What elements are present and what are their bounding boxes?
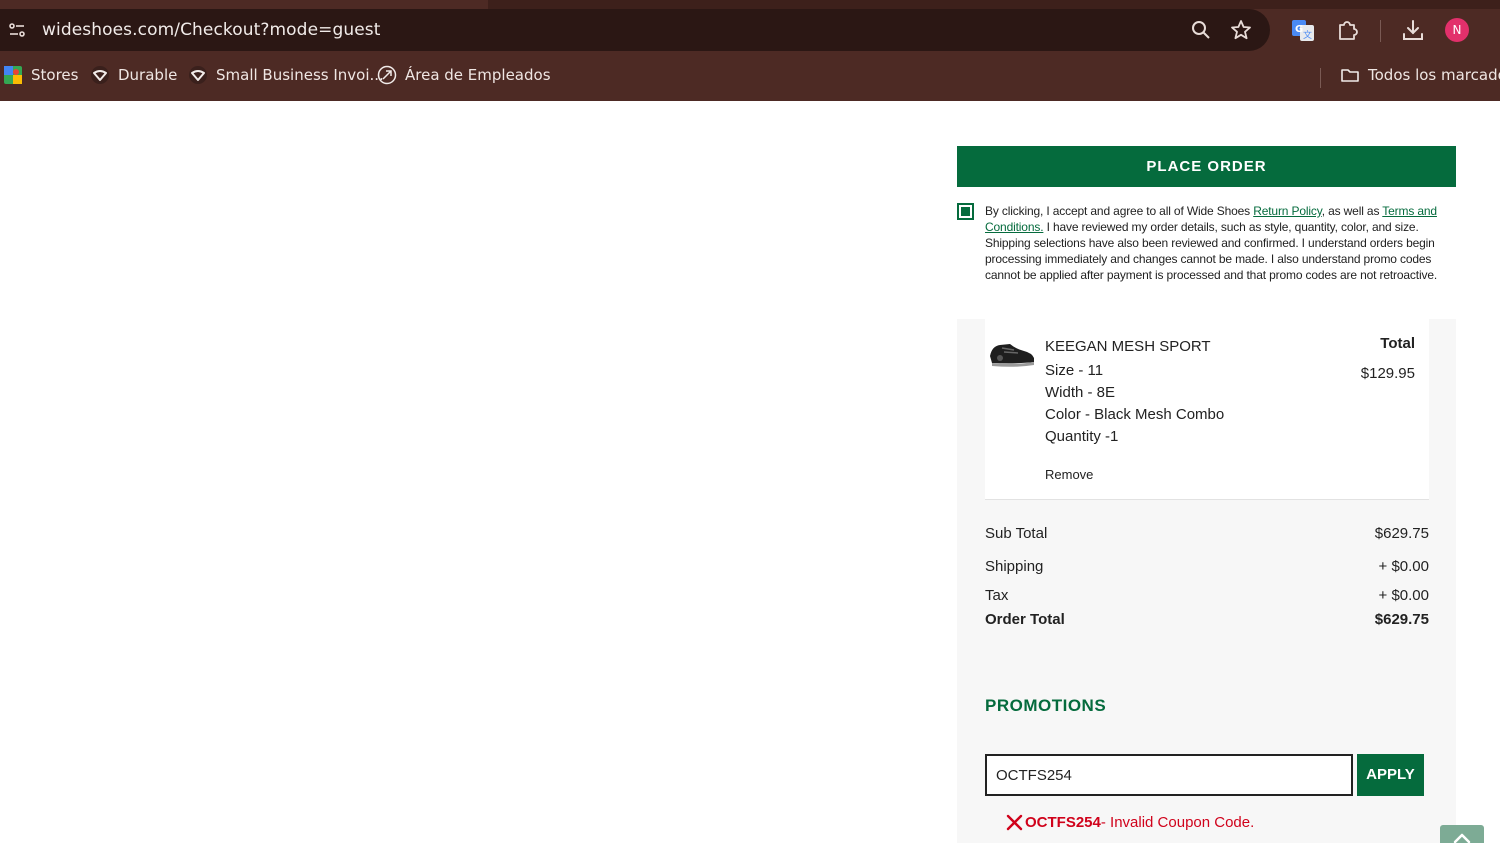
error-coupon-code: OCTFS254 [1025,813,1101,831]
subtotal-label: Sub Total [985,525,1048,542]
subtotal-value: $629.75 [1374,525,1429,542]
apply-promo-button[interactable]: APPLY [1357,754,1424,796]
browser-toolbar: wideshoes.com/Checkout?mode=guest G 文 N … [0,0,1500,101]
promotions-heading: PROMOTIONS [985,696,1107,715]
all-bookmarks-folder[interactable]: Todos los marcadores [1340,64,1500,86]
item-total-value: $129.95 [1360,365,1415,382]
terms-agreement-text: By clicking, I accept and agree to all o… [985,204,1438,282]
bookmark-small-business-invoice[interactable]: Small Business Invoi... [188,64,384,86]
shipping-label: Shipping [985,558,1044,575]
durable-icon [90,65,110,85]
svg-text:G: G [1295,24,1303,35]
product-size: Size - 11 [1045,362,1104,379]
error-x-icon [1006,814,1023,831]
translate-icon[interactable]: G 文 [1290,17,1316,43]
svg-text:文: 文 [1303,29,1312,41]
order-total-value: $629.75 [1374,611,1429,628]
product-width: Width - 8E [1045,384,1116,401]
bookmark-label: Todos los marcadores [1368,66,1500,84]
place-order-button[interactable]: PLACE ORDER [957,146,1456,187]
tax-label: Tax [985,587,1009,604]
download-icon[interactable] [1400,17,1426,43]
remove-item-link[interactable]: Remove [1045,467,1093,482]
folder-icon [1340,65,1360,85]
extensions-puzzle-icon[interactable] [1335,17,1361,43]
search-icon[interactable] [1190,19,1212,41]
maps-icon [3,65,23,85]
product-name[interactable]: KEEGAN MESH SPORT [1045,338,1211,355]
url-text[interactable]: wideshoes.com/Checkout?mode=guest [42,20,381,40]
toolbar-divider [1380,20,1381,42]
site-settings-icon[interactable] [8,21,26,39]
address-bar[interactable]: wideshoes.com/Checkout?mode=guest [0,9,1270,51]
chevron-up-icon [1453,833,1471,843]
bookmark-label: Durable [118,66,178,84]
bookmarks-bar: Stores Durable Small Business Invoi... Á… [0,60,1500,90]
product-color: Color - Black Mesh Combo [1045,406,1225,423]
terms-agree-checkbox[interactable] [957,203,974,220]
shipping-value: + $0.00 [1378,558,1429,575]
promo-error-message: OCTFS254 - Invalid Coupon Code. [1006,812,1254,832]
error-text: - Invalid Coupon Code. [1100,813,1255,831]
order-total-label: Order Total [985,611,1065,628]
bookmark-label: Stores [31,66,79,84]
profile-avatar[interactable]: N [1445,18,1469,42]
tab-strip [0,0,1500,9]
tax-value: + $0.00 [1378,587,1429,604]
bookmark-area-empleados[interactable]: Área de Empleados [377,64,551,86]
bookmark-label: Área de Empleados [405,66,551,84]
product-quantity: Quantity -1 [1045,428,1119,445]
return-policy-link[interactable]: Return Policy [1253,204,1322,218]
scroll-to-top-button[interactable] [1440,825,1484,843]
shoe-thumbnail[interactable] [988,336,1036,370]
bookmark-durable[interactable]: Durable [90,64,177,86]
bookmark-label: Small Business Invoi... [216,66,384,84]
bookmark-stores[interactable]: Stores [3,64,78,86]
promo-code-input[interactable] [985,754,1353,796]
item-total-label: Total [1380,335,1415,352]
bookmark-star-icon[interactable] [1230,19,1252,41]
bookmarks-divider [1320,68,1321,88]
compass-icon [377,65,397,85]
durable-icon [188,65,208,85]
